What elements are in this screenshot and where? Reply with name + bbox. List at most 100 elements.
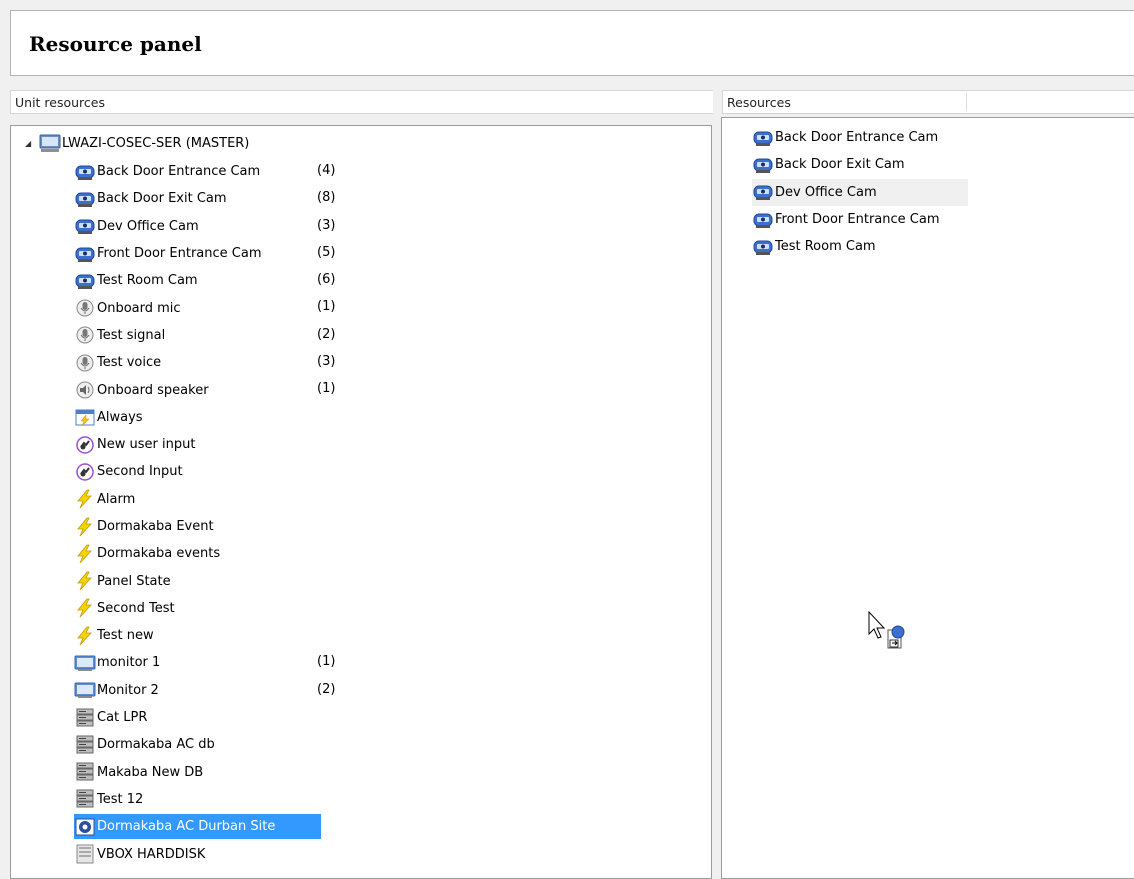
tree-item-label: Test voice: [97, 355, 162, 371]
tree-item-content: Back Door Entrance Cam: [74, 162, 260, 182]
resource-item-back-door-exit-cam[interactable]: Back Door Exit Cam: [752, 151, 968, 178]
schedule-calendar-icon: [74, 407, 96, 427]
database-server-icon: [74, 789, 96, 809]
tree-item-content: Second Test: [74, 598, 175, 618]
tree-item-content: Back Door Exit Cam: [74, 189, 227, 209]
tree-item-back-door-entrance-cam[interactable]: Back Door Entrance Cam (4): [74, 158, 714, 185]
tree-item-makaba-new-db[interactable]: Makaba New DB: [74, 759, 714, 786]
event-lightning-icon: [74, 544, 96, 564]
tree-item-panel-state[interactable]: Panel State: [74, 567, 714, 594]
resource-item-label: Back Door Exit Cam: [775, 157, 905, 173]
event-lightning-icon: [74, 626, 96, 646]
tree-item-content: Cat LPR: [74, 708, 147, 728]
tree-item-content: Dormakaba Event: [74, 517, 214, 537]
tree-item-dormakaba-ac-durban-site[interactable]: Dormakaba AC Durban Site: [74, 813, 714, 840]
tree-item-label: Second Test: [97, 600, 175, 616]
camera-icon: [752, 237, 774, 257]
tree-item-label: Front Door Entrance Cam: [97, 246, 262, 262]
tree-item-label: Makaba New DB: [97, 764, 204, 780]
tree-item-count: (2): [317, 681, 336, 697]
event-lightning-icon: [74, 598, 96, 618]
tree-item-second-test[interactable]: Second Test: [74, 595, 714, 622]
access-control-site-icon: [74, 817, 96, 837]
tree-item-content: Second Input: [74, 462, 183, 482]
tree-item-onboard-mic[interactable]: Onboard mic (1): [74, 294, 714, 321]
camera-icon: [74, 162, 96, 182]
selection-highlight: Dormakaba AC Durban Site: [74, 814, 322, 840]
resource-item-test-room-cam[interactable]: Test Room Cam: [752, 233, 968, 260]
microphone-icon: [74, 325, 96, 345]
tree-item-content: Test signal: [74, 325, 165, 345]
tree-item-content: Panel State: [74, 571, 171, 591]
resource-item-front-door-entrance-cam[interactable]: Front Door Entrance Cam: [752, 206, 968, 233]
tree-item-label: Test new: [97, 628, 154, 644]
tree-item-content: Test Room Cam: [74, 271, 198, 291]
tree-item-dormakaba-ac-db[interactable]: Dormakaba AC db: [74, 731, 714, 758]
unit-resources-tree[interactable]: ◢ LWAZI-COSEC-SER (MASTER) Back Door Ent…: [10, 125, 712, 879]
tree-item-content: Alarm: [74, 489, 135, 509]
tree-item-cat-lpr[interactable]: Cat LPR: [74, 704, 714, 731]
tree-item-dormakaba-events[interactable]: Dormakaba events: [74, 540, 714, 567]
resource-item-label: Dev Office Cam: [775, 184, 877, 200]
tree-item-label: VBOX HARDDISK: [97, 846, 206, 862]
resources-list: Back Door Entrance Cam Back Door Exit Cam…: [752, 124, 968, 260]
camera-icon: [752, 128, 774, 148]
tree-item-count: (3): [317, 217, 336, 233]
database-server-icon: [74, 735, 96, 755]
tree-item-label: monitor 1: [97, 655, 161, 671]
camera-icon: [74, 244, 96, 264]
tree-item-test-new[interactable]: Test new: [74, 622, 714, 649]
tree-item-count: (2): [317, 326, 336, 342]
tree-item-test-12[interactable]: Test 12: [74, 786, 714, 813]
tree-item-vbox-harddisk[interactable]: VBOX HARDDISK: [74, 840, 714, 867]
resource-panel-title-box: Resource panel: [10, 10, 1134, 76]
tree-item-label: Dormakaba events: [97, 546, 221, 562]
tree-item-alarm[interactable]: Alarm: [74, 486, 714, 513]
tree-item-count: (1): [317, 299, 336, 315]
event-lightning-icon: [74, 517, 96, 537]
database-server-icon: [74, 762, 96, 782]
resources-list-pane[interactable]: Back Door Entrance Cam Back Door Exit Cam…: [721, 117, 1134, 879]
tree-item-content: Test new: [74, 626, 154, 646]
tree-item-dormakaba-event[interactable]: Dormakaba Event: [74, 513, 714, 540]
tree-item-second-input[interactable]: Second Input: [74, 458, 714, 485]
tree-item-monitor-2[interactable]: Monitor 2 (2): [74, 677, 714, 704]
tree-item-always[interactable]: Always: [74, 404, 714, 431]
tree-item-test-voice[interactable]: Test voice (3): [74, 349, 714, 376]
resource-item-label: Front Door Entrance Cam: [775, 212, 940, 228]
tree-item-test-room-cam[interactable]: Test Room Cam (6): [74, 267, 714, 294]
resource-item-back-door-entrance-cam[interactable]: Back Door Entrance Cam: [752, 124, 968, 151]
tree-item-label: New user input: [97, 437, 196, 453]
tree-item-content: Test voice: [74, 353, 161, 373]
tree-item-onboard-speaker[interactable]: Onboard speaker (1): [74, 376, 714, 403]
camera-icon: [74, 189, 96, 209]
tree-root-node[interactable]: ◢ LWAZI-COSEC-SER (MASTER): [25, 133, 249, 153]
microphone-icon: [74, 353, 96, 373]
tree-item-label: Dormakaba Event: [97, 519, 214, 534]
tree-item-label: Cat LPR: [97, 710, 148, 726]
tree-item-dev-office-cam[interactable]: Dev Office Cam (3): [74, 213, 714, 240]
tree-item-content: Dev Office Cam: [74, 216, 199, 236]
server-computer-icon: [39, 133, 61, 153]
tree-item-new-user-input[interactable]: New user input: [74, 431, 714, 458]
tree-item-content: VBOX HARDDISK: [74, 844, 205, 864]
tree-item-back-door-exit-cam[interactable]: Back Door Exit Cam (8): [74, 185, 714, 212]
tree-item-label: Back Door Entrance Cam: [97, 164, 261, 180]
tree-item-content: Onboard speaker: [74, 380, 209, 400]
resources-header-label: Resources: [727, 95, 791, 110]
drag-cursor-icon: [866, 610, 910, 662]
resource-item-label: Back Door Entrance Cam: [775, 130, 939, 146]
database-server-icon: [74, 708, 96, 728]
tree-item-content: Always: [74, 407, 143, 427]
tree-item-monitor-1[interactable]: monitor 1 (1): [74, 649, 714, 676]
tree-item-label: Back Door Exit Cam: [97, 191, 227, 207]
collapse-arrow-icon[interactable]: ◢: [25, 139, 39, 148]
resource-item-dev-office-cam[interactable]: Dev Office Cam: [752, 178, 968, 206]
tree-item-label: Monitor 2: [97, 682, 159, 698]
tree-item-count: (6): [317, 272, 336, 288]
tree-item-content: Dormakaba events: [74, 544, 220, 564]
tree-item-test-signal[interactable]: Test signal (2): [74, 322, 714, 349]
tree-item-count: (1): [317, 654, 336, 670]
tree-item-content: monitor 1: [74, 653, 160, 673]
tree-item-front-door-entrance-cam[interactable]: Front Door Entrance Cam (5): [74, 240, 714, 267]
